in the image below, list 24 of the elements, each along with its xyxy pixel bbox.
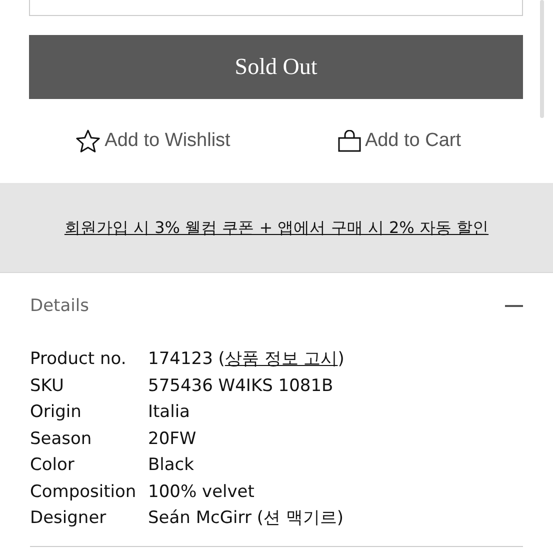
- detail-value: Italia: [148, 401, 191, 423]
- detail-label: SKU: [30, 374, 65, 396]
- sold-out-button[interactable]: Sold Out: [29, 35, 523, 99]
- detail-label: Origin: [30, 401, 82, 423]
- shopping-bag-icon: [338, 130, 361, 152]
- detail-value: 174123 (상품 정보 고시): [148, 348, 346, 370]
- detail-label: Color: [30, 454, 76, 476]
- promo-link[interactable]: 회원가입 시 3% 웰컴 쿠폰 + 앱에서 구매 시 2% 자동 할인: [64, 218, 489, 239]
- detail-label: Composition: [30, 480, 138, 502]
- detail-value: Black: [148, 454, 195, 476]
- product-info-link[interactable]: 상품 정보 고시: [224, 349, 338, 369]
- star-icon: [74, 129, 101, 153]
- detail-value: 100% velvet: [148, 480, 256, 502]
- details-heading: Details: [30, 296, 89, 316]
- detail-label: Product no.: [30, 348, 128, 370]
- detail-value: 20FW: [148, 428, 198, 450]
- detail-label: Designer: [30, 507, 108, 529]
- detail-value: Seán McGirr (션 맥기르): [148, 507, 345, 529]
- detail-value: 575436 W4IKS 1081B: [148, 374, 334, 396]
- input-field[interactable]: [29, 0, 523, 16]
- detail-label: Season: [30, 428, 93, 450]
- add-to-cart-link[interactable]: Add to Cart: [364, 130, 462, 152]
- add-to-wishlist-link[interactable]: Add to Wishlist: [104, 130, 230, 152]
- scrollbar[interactable]: [540, 0, 544, 118]
